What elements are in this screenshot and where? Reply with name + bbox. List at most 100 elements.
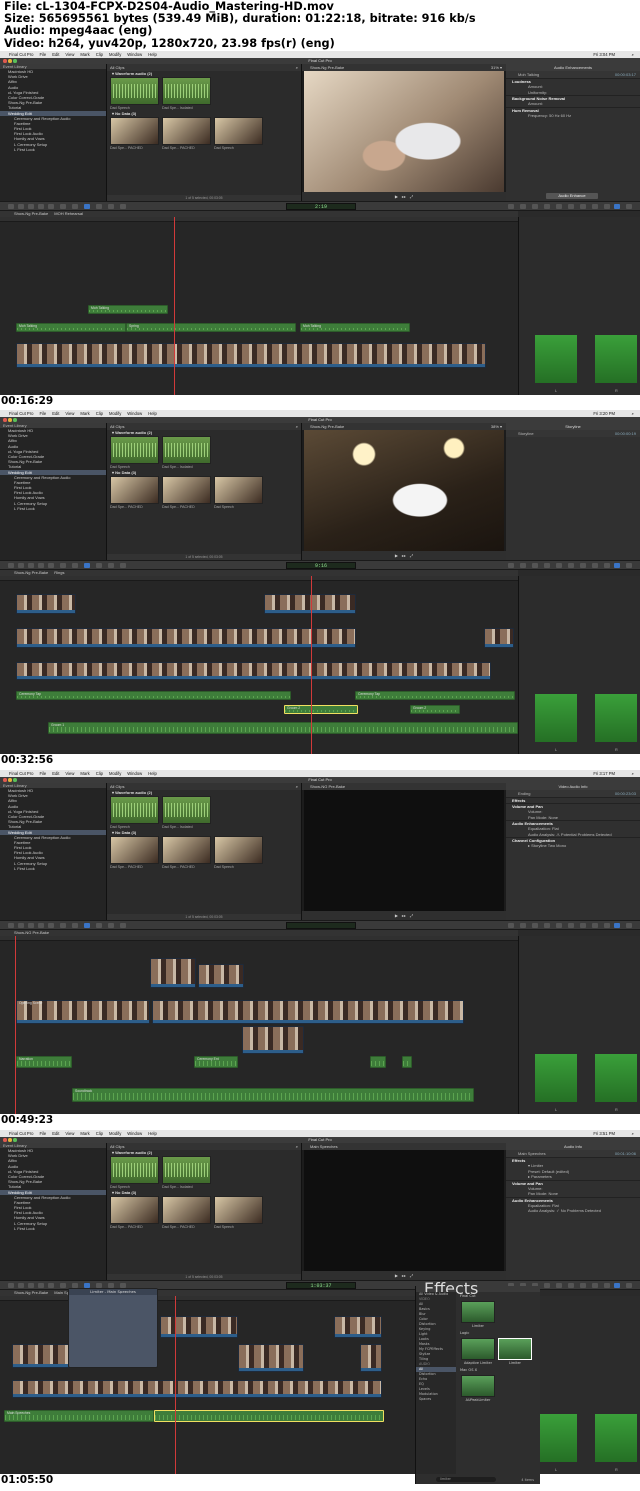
video-clip[interactable]: [334, 1316, 382, 1338]
toolbar-icon[interactable]: [604, 204, 610, 209]
clip-filter[interactable]: All Clips: [110, 784, 124, 789]
menu-item-edit[interactable]: Edit: [52, 411, 59, 416]
toolbar-icon[interactable]: [614, 923, 620, 928]
timeline-ruler[interactable]: [0, 217, 518, 222]
video-clip[interactable]: Dad Speech: [214, 476, 263, 510]
audio-clip[interactable]: Groom 1: [48, 722, 518, 734]
video-clip[interactable]: [360, 1344, 382, 1372]
video-clip[interactable]: [12, 1344, 70, 1368]
toolbar-icon[interactable]: [614, 204, 620, 209]
toolbar-icon[interactable]: [556, 204, 562, 209]
toolbar-icon[interactable]: [580, 563, 586, 568]
video-clip[interactable]: [16, 662, 491, 680]
toolbar-icon[interactable]: [626, 204, 632, 209]
video-clip[interactable]: Dad Spe... PACHED: [110, 1196, 159, 1230]
toolbar-icon[interactable]: [60, 204, 66, 209]
audio-clip[interactable]: Dad Speech: [110, 436, 159, 470]
menu-app-name[interactable]: Final Cut Pro: [9, 1131, 33, 1136]
library-item[interactable]: L First Look: [0, 506, 106, 511]
video-clip[interactable]: Dad Spe... PACHED: [162, 1196, 211, 1230]
toolbar-icon[interactable]: [28, 923, 34, 928]
audio-enhance-button[interactable]: Audio Enhance: [546, 193, 598, 199]
toolbar-icon[interactable]: [544, 1283, 550, 1288]
fullscreen-icon[interactable]: ⤢: [410, 553, 413, 558]
video-clip[interactable]: [152, 1000, 464, 1024]
video-clip[interactable]: [16, 594, 76, 614]
audio-clip[interactable]: Moh Talking: [16, 323, 126, 332]
toolbar-icon[interactable]: [532, 204, 538, 209]
menu-item-clip[interactable]: Clip: [96, 411, 103, 416]
video-clip[interactable]: Dad Spe... PACHED: [162, 117, 211, 151]
inspector-header[interactable]: Audio Enhancements: [506, 64, 640, 71]
menu-item-help[interactable]: Help: [148, 52, 157, 57]
toolbar-icon[interactable]: [96, 204, 102, 209]
effects-category[interactable]: Spaces: [416, 1397, 456, 1402]
toolbar-icon[interactable]: [38, 563, 44, 568]
menu-item-mark[interactable]: Mark: [80, 771, 89, 776]
audio-clip[interactable]: Groom 2: [284, 705, 358, 714]
effect-tile[interactable]: Limiter: [461, 1301, 495, 1328]
clip-filter[interactable]: All Clips: [110, 65, 124, 70]
toolbar-icon[interactable]: [592, 923, 598, 928]
playhead[interactable]: [311, 576, 312, 754]
toolbar-icon[interactable]: [108, 204, 114, 209]
menu-item-help[interactable]: Help: [148, 411, 157, 416]
toolbar-icon[interactable]: [520, 204, 526, 209]
next-button[interactable]: ▸▸: [402, 913, 406, 918]
video-clip[interactable]: [16, 343, 486, 368]
inspector-header[interactable]: Audio Info: [506, 1143, 640, 1150]
toolbar-icon[interactable]: [604, 1283, 610, 1288]
menu-app-name[interactable]: Final Cut Pro: [9, 771, 33, 776]
toolbar-icon[interactable]: [626, 563, 632, 568]
fullscreen-icon[interactable]: ⤢: [410, 913, 413, 918]
toolbar-icon[interactable]: [520, 923, 526, 928]
menu-item-file[interactable]: File: [39, 52, 46, 57]
video-clip[interactable]: Dad Speech: [214, 1196, 263, 1230]
next-button[interactable]: ▸▸: [402, 194, 406, 199]
toolbar-icon[interactable]: [614, 563, 620, 568]
toolbar-icon[interactable]: [96, 923, 102, 928]
video-clip[interactable]: [150, 958, 196, 988]
audio-clip[interactable]: [154, 1410, 384, 1422]
video-clip[interactable]: Dad Spe... PACHED: [162, 836, 211, 870]
menu-item-file[interactable]: File: [39, 1131, 46, 1136]
toolbar-icon[interactable]: [60, 1283, 66, 1288]
toolbar-icon[interactable]: [604, 923, 610, 928]
video-clip[interactable]: [12, 1380, 382, 1398]
toolbar-icon[interactable]: [8, 204, 14, 209]
menu-item-edit[interactable]: Edit: [52, 52, 59, 57]
toolbar-icon[interactable]: [544, 923, 550, 928]
audio-clip[interactable]: Soundtrack: [72, 1088, 474, 1102]
toolbar-icon[interactable]: [120, 563, 126, 568]
menu-item-mark[interactable]: Mark: [80, 411, 89, 416]
video-clip[interactable]: [238, 1344, 304, 1372]
audio-clip[interactable]: Ceremony Tap: [355, 691, 515, 700]
toolbar-icon[interactable]: [580, 923, 586, 928]
toolbar-icon[interactable]: [72, 923, 78, 928]
toolbar-icon[interactable]: [38, 1283, 44, 1288]
menu-item-help[interactable]: Help: [148, 771, 157, 776]
toolbar-icon[interactable]: [38, 923, 44, 928]
play-button[interactable]: ▶: [395, 553, 398, 558]
toolbar-icon[interactable]: [568, 923, 574, 928]
audio-clip[interactable]: Dad Speech: [110, 796, 159, 830]
toolbar-icon[interactable]: [28, 1283, 34, 1288]
toolbar-icon[interactable]: [120, 923, 126, 928]
search-icon[interactable]: ⌕: [296, 424, 298, 429]
video-clip[interactable]: [264, 594, 356, 614]
menu-item-file[interactable]: File: [39, 411, 46, 416]
effect-tile[interactable]: Adaptive Limiter: [461, 1338, 495, 1365]
menu-item-modify[interactable]: Modify: [109, 771, 121, 776]
next-button[interactable]: ▸▸: [402, 553, 406, 558]
timeline-clip-name[interactable]: MOH Rehearsal: [54, 211, 83, 216]
toolbar-icon[interactable]: [72, 563, 78, 568]
toolbar-icon[interactable]: [18, 1283, 24, 1288]
toolbar-icon[interactable]: [556, 923, 562, 928]
toolbar-icon[interactable]: [592, 563, 598, 568]
video-clip[interactable]: Opening Scene: [16, 1000, 150, 1024]
spotlight-icon[interactable]: ⌕: [632, 1131, 634, 1136]
inspector-parameter[interactable]: Audio Analysis: ✓ No Problems Detected: [506, 1208, 640, 1214]
toolbar-icon[interactable]: [8, 1283, 14, 1288]
toolbar-icon[interactable]: [508, 563, 514, 568]
fullscreen-icon[interactable]: ⤢: [410, 194, 413, 199]
